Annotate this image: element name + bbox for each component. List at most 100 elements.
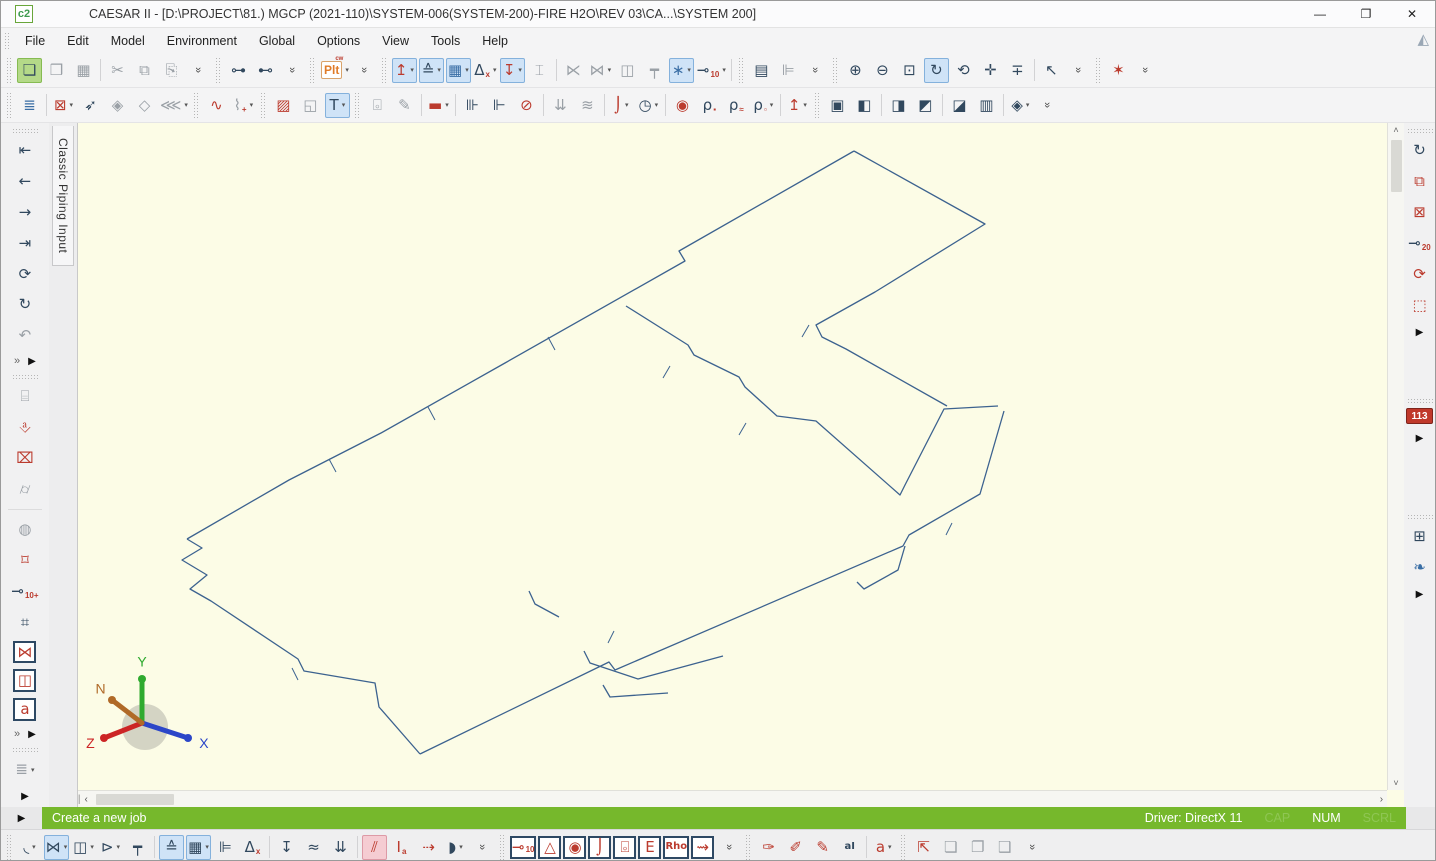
menu-help[interactable]: Help: [471, 31, 519, 51]
expjt-db-button[interactable]: ◫: [13, 669, 36, 692]
valve-assembly-button[interactable]: ⋈▾: [588, 58, 613, 83]
displacement-insert-dropdown-icon[interactable]: ▾: [205, 843, 209, 851]
annotate-box-button[interactable]: ✐: [783, 835, 808, 860]
pan-view-button[interactable]: ✛: [978, 58, 1003, 83]
view-iso-dropdown-icon[interactable]: ▾: [1026, 101, 1030, 109]
hanger-button[interactable]: ↧▾: [500, 58, 525, 83]
nav-overflow-chevron[interactable]: »▶: [14, 355, 36, 367]
refractory-density-dropdown-icon[interactable]: ▾: [770, 101, 774, 109]
toolbar-drag-handle[interactable]: [193, 92, 200, 118]
delta-x-insert-button[interactable]: Δx: [240, 835, 265, 860]
toolbar-drag-handle[interactable]: [12, 128, 38, 133]
delta-x-button[interactable]: Δx▾: [473, 58, 498, 83]
fluid-weight-button[interactable]: ρ≈: [724, 93, 749, 118]
previous-element-button[interactable]: ←: [12, 169, 37, 194]
vertical-scrollbar[interactable]: ˄ ˅: [1387, 123, 1404, 790]
annotate-text-button[interactable]: aI: [837, 835, 862, 860]
node-lengths-button[interactable]: ⊩: [487, 93, 512, 118]
restraint-dropdown-icon[interactable]: ▾: [437, 66, 441, 74]
view-solid-button[interactable]: ▣: [825, 93, 850, 118]
expansion-joint-insert-button[interactable]: ◫▾: [71, 835, 96, 860]
nozzle-button[interactable]: ≈: [301, 835, 326, 860]
toolbar-drag-handle[interactable]: [832, 57, 839, 83]
toolbar-drag-handle[interactable]: [814, 92, 821, 118]
valve-insert-dropdown-icon[interactable]: ▾: [64, 843, 68, 851]
hanger-design-dropdown-icon[interactable]: ▾: [803, 101, 807, 109]
orbit-view-button[interactable]: ⟲: [951, 58, 976, 83]
view-outline-button[interactable]: ▥: [974, 93, 999, 118]
views-overflow-chevron[interactable]: »: [1035, 93, 1060, 118]
blocks-expand-button[interactable]: ▶: [1411, 324, 1429, 340]
toolbar-drag-handle[interactable]: [6, 57, 13, 83]
status-expand-icon[interactable]: ▶: [18, 813, 26, 824]
elbow-toggle-button[interactable]: ⇢: [416, 835, 441, 860]
axes-dropdown-icon[interactable]: ▾: [687, 66, 691, 74]
tab-classic-piping-input[interactable]: Classic Piping Input: [52, 126, 74, 266]
align-side-button[interactable]: ❐: [965, 835, 990, 860]
displacement-dropdown-icon[interactable]: ▾: [465, 66, 469, 74]
scroll-left-icon[interactable]: ‹: [81, 793, 92, 806]
close-button[interactable]: ✕: [1389, 1, 1435, 27]
zoom-in-button[interactable]: ⊕: [843, 58, 868, 83]
horizontal-scrollbar[interactable]: | ‹ ›: [78, 790, 1387, 807]
archive-button[interactable]: ⌸: [12, 384, 37, 409]
error-check-dropdown-icon[interactable]: ▾: [70, 101, 74, 109]
insert-element-button[interactable]: ⎀: [12, 415, 37, 440]
zoom-extents-button[interactable]: ∓: [1005, 58, 1030, 83]
toolbar-drag-handle[interactable]: [354, 92, 361, 118]
view-overflow-chevron[interactable]: »: [1066, 58, 1091, 83]
view-wire-button[interactable]: ◩: [913, 93, 938, 118]
cut-button[interactable]: ✂: [105, 58, 130, 83]
tools-overflow-chevron[interactable]: »▶: [14, 728, 36, 740]
menu-model[interactable]: Model: [100, 31, 156, 51]
new-window-button[interactable]: ⌑: [12, 548, 37, 573]
undo-button[interactable]: ↶: [12, 323, 37, 348]
find-node-button[interactable]: ⊸10: [510, 836, 536, 859]
insert-tee-button[interactable]: T▾: [325, 93, 350, 118]
find-modulus-button[interactable]: E: [638, 836, 661, 859]
node-label-dropdown-icon[interactable]: ▾: [888, 843, 892, 851]
menubar-drag-handle[interactable]: [4, 32, 11, 50]
flange-half-button[interactable]: ◗▾: [443, 835, 468, 860]
restraint-insert-button[interactable]: ≙: [159, 835, 184, 860]
toolbar-drag-handle[interactable]: [6, 92, 13, 118]
toolbar-drag-handle[interactable]: [900, 834, 907, 860]
toolbar-drag-handle[interactable]: [12, 747, 38, 752]
plot-button[interactable]: Pltcw▾: [320, 58, 350, 83]
copy-button[interactable]: ⧉: [132, 58, 157, 83]
annotate-freehand-button[interactable]: ✑: [756, 835, 781, 860]
valve-fan-dropdown-icon[interactable]: ▾: [184, 101, 188, 109]
node-label-button[interactable]: a▾: [871, 835, 896, 860]
rotate-model-button[interactable]: ↻: [1407, 138, 1432, 163]
uniform-load-insert-button[interactable]: ⇊: [328, 835, 353, 860]
view-hidden-button[interactable]: ◨: [886, 93, 911, 118]
toolbar-drag-handle[interactable]: [6, 834, 13, 860]
input-options-button[interactable]: ≣: [17, 93, 42, 118]
char-db-button[interactable]: a: [13, 698, 36, 721]
report-button[interactable]: ≣▾: [12, 757, 37, 782]
insulation-button[interactable]: ▬▾: [426, 93, 451, 118]
menu-edit[interactable]: Edit: [56, 31, 100, 51]
toolbar-drag-handle[interactable]: [260, 92, 267, 118]
menu-global[interactable]: Global: [248, 31, 306, 51]
global-coords-button[interactable]: ◍: [12, 517, 37, 542]
insert-tee-dropdown-icon[interactable]: ▾: [342, 101, 346, 109]
measure-button[interactable]: ▤: [749, 58, 774, 83]
pressure-button[interactable]: ◷▾: [636, 93, 661, 118]
toolbar-drag-handle[interactable]: [381, 57, 388, 83]
skew-restraint-button[interactable]: ⫽: [362, 835, 387, 860]
valve-assembly-dropdown-icon[interactable]: ▾: [608, 66, 612, 74]
last-element-button[interactable]: ⇥: [12, 231, 37, 256]
view-shaded-button[interactable]: ◧: [852, 93, 877, 118]
block-operations-button[interactable]: ⧉: [1407, 169, 1432, 194]
scroll-right-icon[interactable]: ›: [1376, 793, 1387, 806]
find-temperature-button[interactable]: ⌡: [588, 836, 611, 859]
valve-db-button[interactable]: ⋈: [13, 641, 36, 664]
flange-insert-button[interactable]: ⊫: [213, 835, 238, 860]
valve-button[interactable]: ⋉: [561, 58, 586, 83]
scroll-down-icon[interactable]: ˅: [1393, 776, 1398, 790]
select-button[interactable]: ↖: [1039, 58, 1064, 83]
reducer-button[interactable]: ⊳▾: [98, 835, 123, 860]
node-sizes-button[interactable]: ⊪: [460, 93, 485, 118]
weight-check-button[interactable]: ◈: [105, 93, 130, 118]
